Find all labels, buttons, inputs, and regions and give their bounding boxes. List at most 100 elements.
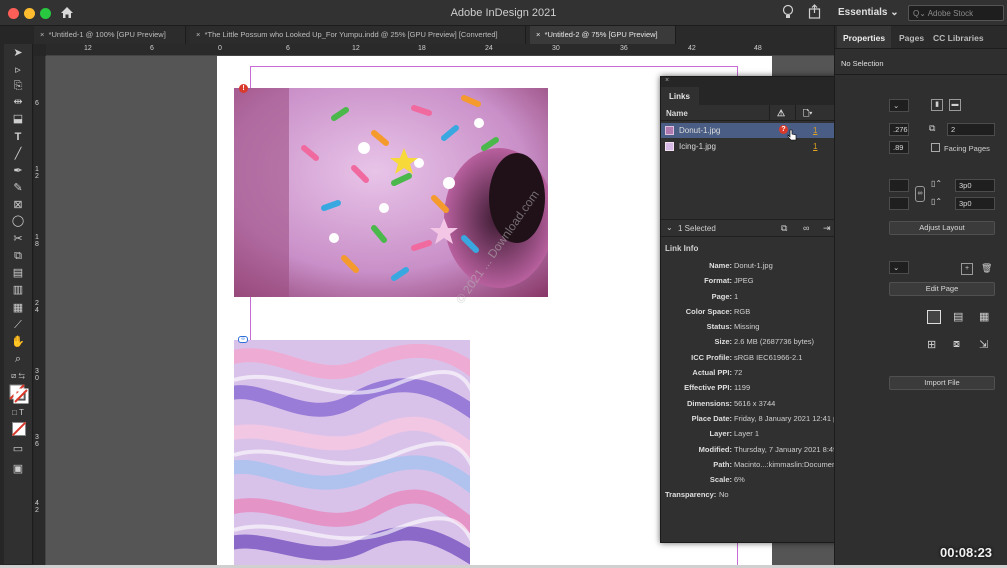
document-grid-icon[interactable]: ▦ (979, 310, 989, 323)
layout-grid-icon[interactable] (927, 310, 941, 324)
tab-untitled-1[interactable]: × *Untitled-1 @ 100% [GPU Preview] (34, 26, 186, 44)
info-label: Effective PPI: (684, 383, 732, 392)
ruler-tick-label: 48 (754, 45, 762, 52)
link-margins-icon[interactable]: ∞ (915, 186, 925, 202)
chevron-down-icon[interactable]: ⌄ (666, 223, 673, 232)
icing-image-frame[interactable] (234, 340, 470, 568)
tab-label: *The Little Possum who Looked Up_For Yum… (204, 30, 498, 39)
landscape-orientation-icon[interactable]: ▬ (949, 99, 961, 111)
pen-tool-icon[interactable]: ✒ (9, 164, 27, 178)
hand-tool-icon[interactable]: ✋ (9, 335, 27, 349)
pencil-tool-icon[interactable]: ✎ (9, 181, 27, 195)
new-page-icon[interactable]: + (961, 263, 973, 275)
tab-little-possum[interactable]: × *The Little Possum who Looked Up_For Y… (190, 26, 526, 44)
ruler-tick-label: 12 (352, 45, 360, 52)
screen-mode-icon[interactable]: ▭ (9, 442, 27, 456)
zoom-tool-icon[interactable]: ⌕ (9, 352, 27, 366)
adjust-layout-button[interactable]: Adjust Layout (889, 221, 995, 235)
formatting-affects-container-icon[interactable]: □ T (9, 406, 27, 420)
workspace-switcher[interactable]: Essentials ⌄ (838, 7, 899, 18)
lightbulb-icon[interactable] (782, 4, 794, 20)
facing-pages-checkbox[interactable] (931, 143, 940, 152)
link-page-number[interactable]: 1 (813, 142, 817, 151)
baseline-grid-icon[interactable]: ▤ (953, 310, 963, 323)
eyedropper-tool-icon[interactable]: ⟋ (9, 318, 27, 332)
name-column-header[interactable]: Name (666, 109, 688, 118)
fill-stroke-swatch-icon[interactable] (9, 384, 29, 404)
link-status-icon[interactable]: ∞ (238, 336, 248, 343)
direct-selection-tool-icon[interactable]: ▹ (9, 63, 27, 77)
width-field[interactable]: .276 (889, 123, 909, 136)
link-page-number[interactable]: 1 (813, 126, 817, 135)
page-tool-icon[interactable]: ⎘ (9, 79, 27, 93)
info-label: Actual PPI: (692, 368, 732, 377)
margin-top-field[interactable]: 3p0 (955, 179, 995, 192)
default-fill-stroke-icon[interactable]: ⧄ ⇆ (9, 369, 27, 383)
horizontal-ruler[interactable]: 12 6 0 6 12 18 24 30 36 42 48 (46, 44, 834, 56)
line-tool-icon[interactable]: ╱ (9, 147, 27, 161)
delete-page-icon[interactable]: 🗑 (981, 263, 992, 274)
page-count-field[interactable]: 2 (947, 123, 995, 136)
warning-column-icon[interactable]: ⚠ (777, 108, 785, 119)
page-size-dropdown[interactable]: ⌄ (889, 99, 909, 112)
edit-page-button[interactable]: Edit Page (889, 282, 995, 296)
relink-icon[interactable]: ∞ (803, 223, 809, 233)
close-tab-icon[interactable]: × (40, 30, 44, 39)
chevron-down-icon: ⌄ (893, 101, 900, 110)
info-label: Color Space: (685, 307, 732, 316)
share-icon[interactable] (808, 4, 821, 19)
guides-icon[interactable]: ⊞ (927, 338, 936, 351)
ruler-tick-label: 1 2 (35, 166, 39, 180)
tab-properties[interactable]: Properties (837, 26, 892, 48)
content-collector-tool-icon[interactable]: ⬓ (9, 112, 27, 126)
info-value: RGB (734, 307, 751, 316)
tools-panel: ➤ ▹ ⎘ ⇹ ⬓ T ╱ ✒ ✎ ⊠ ◯ ✂ ⧉ ▤ ▥ ▦ ⟋ ✋ ⌕ ⧄ … (4, 44, 33, 564)
video-timer: 00:08:23 (940, 545, 993, 560)
margin-bottom-field[interactable]: 3p0 (955, 197, 995, 210)
ellipse-tool-icon[interactable]: ◯ (9, 214, 27, 228)
links-panel-tab[interactable]: Links (661, 87, 699, 105)
ruler-tick-label: 6 (35, 100, 39, 107)
note-tool-icon[interactable]: ▦ (9, 301, 27, 315)
donut-image-frame[interactable] (234, 88, 548, 297)
gap-tool-icon[interactable]: ⇹ (9, 95, 27, 109)
close-tab-icon[interactable]: × (196, 30, 200, 39)
adobe-stock-search[interactable]: Q⌄ Adobe Stock (908, 5, 1004, 21)
close-panel-icon[interactable]: × (665, 77, 669, 84)
pages-icon: ⧉ (929, 123, 936, 133)
master-dropdown[interactable]: ⌄ (889, 261, 909, 274)
tab-pages[interactable]: Pages (893, 26, 930, 48)
gradient-swatch-tool-icon[interactable]: ▤ (9, 266, 27, 280)
import-file-button[interactable]: Import File (889, 376, 995, 390)
apply-none-icon[interactable] (12, 422, 26, 436)
relink-cc-icon[interactable]: ⧉ (781, 223, 787, 234)
vertical-ruler[interactable]: 6 1 2 1 8 2 4 3 0 3 6 4 2 (34, 56, 46, 568)
margin-left-field[interactable] (889, 179, 909, 192)
selection-tool-icon[interactable]: ➤ (9, 46, 27, 60)
page-column-icon[interactable]: 🗋▾ (803, 108, 812, 122)
image-thumbnail-icon (665, 126, 674, 135)
ruler-tick-label: 2 4 (35, 300, 39, 314)
scissors-tool-icon[interactable]: ✂ (9, 232, 27, 246)
smart-guides-icon[interactable]: ⧇ (953, 338, 960, 351)
info-label: Size: (714, 337, 732, 346)
info-value: 6% (734, 475, 745, 484)
info-label: ICC Profile: (691, 353, 732, 362)
free-transform-tool-icon[interactable]: ⧉ (9, 249, 27, 263)
tab-cc-libraries[interactable]: CC Libraries (927, 26, 990, 48)
info-label: Transparency: (665, 490, 717, 499)
info-label: Page: (711, 292, 732, 301)
ruler-guides-icon[interactable]: ⇲ (979, 338, 988, 351)
tab-untitled-2[interactable]: × *Untitled-2 @ 75% [GPU Preview] (530, 26, 676, 44)
go-to-link-icon[interactable]: ⇥ (823, 223, 831, 234)
gradient-feather-tool-icon[interactable]: ▥ (9, 283, 27, 297)
info-label: Scale: (709, 475, 732, 484)
height-field[interactable]: .89 (889, 141, 909, 154)
portrait-orientation-icon[interactable]: ▮ (931, 99, 943, 111)
type-tool-icon[interactable]: T (9, 130, 27, 144)
preview-mode-icon[interactable]: ▣ (9, 462, 27, 476)
rectangle-frame-tool-icon[interactable]: ⊠ (9, 198, 27, 212)
missing-link-badge[interactable]: ! (239, 84, 248, 93)
margin-right-field[interactable] (889, 197, 909, 210)
close-tab-icon[interactable]: × (536, 30, 540, 39)
